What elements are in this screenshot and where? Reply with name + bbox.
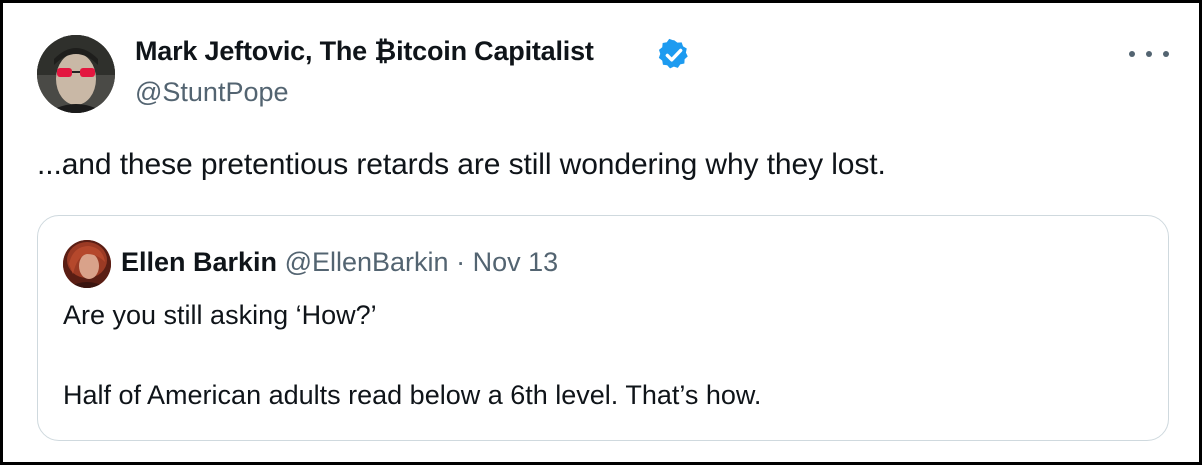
author-avatar[interactable] — [37, 35, 115, 113]
quoted-tweet-header: Ellen Barkin @EllenBarkin · Nov 13 — [121, 247, 558, 278]
author-handle[interactable]: @StuntPope — [135, 77, 289, 108]
separator-dot: · — [456, 247, 466, 277]
quoted-tweet-text-line-1: Are you still asking ‘How?’ — [63, 300, 377, 330]
quoted-tweet-date[interactable]: Nov 13 — [473, 247, 559, 277]
tweet-card[interactable]: Mark Jeftovic, The ₿itcoin Capitalist @S… — [0, 0, 1202, 465]
verified-badge-icon — [657, 38, 691, 72]
author-display-name[interactable]: Mark Jeftovic, The ₿itcoin Capitalist — [135, 36, 594, 67]
tweet-text: ...and these pretentious retards are sti… — [37, 148, 886, 181]
avatar-image — [37, 35, 115, 113]
quoted-avatar-image — [63, 240, 111, 288]
more-options-icon[interactable] — [1129, 40, 1169, 68]
quoted-tweet-text-line-2: Half of American adults read below a 6th… — [63, 380, 762, 410]
dot-icon — [1129, 51, 1135, 57]
quoted-tweet[interactable]: Ellen Barkin @EllenBarkin · Nov 13 Are y… — [37, 215, 1169, 441]
quoted-author-handle[interactable]: @EllenBarkin — [285, 247, 449, 277]
dot-icon — [1146, 51, 1152, 57]
quoted-author-avatar[interactable] — [63, 240, 111, 288]
quoted-author-name[interactable]: Ellen Barkin — [121, 247, 277, 277]
dot-icon — [1163, 51, 1169, 57]
